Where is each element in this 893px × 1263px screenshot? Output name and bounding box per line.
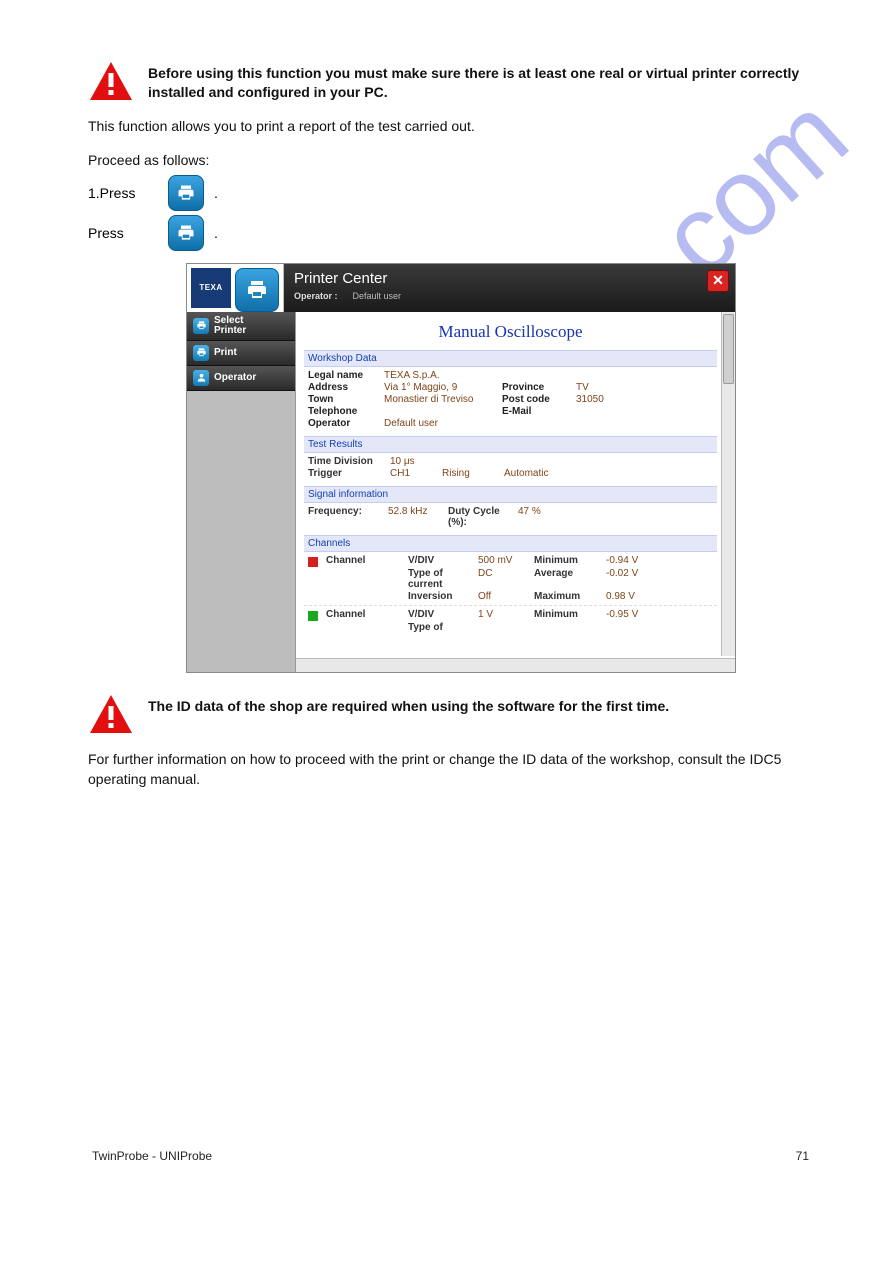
printer-icon	[193, 345, 209, 361]
warning-icon	[88, 693, 134, 735]
warning-block-2: The ID data of the shop are required whe…	[88, 693, 813, 735]
step-1-prefix: 1.Press	[88, 185, 158, 201]
sidebar-item-operator[interactable]: Operator	[187, 366, 295, 391]
printer-icon	[245, 278, 269, 302]
channel-2-color	[308, 611, 318, 621]
ch1-min-k: Minimum	[534, 555, 604, 566]
ch1-avg-v: -0.02 V	[606, 568, 656, 579]
channel-2-row: Channel V/DIV 1 V Minimum -0.95 V Type o…	[304, 605, 717, 636]
paragraph-intro: This function allows you to print a repo…	[88, 116, 813, 136]
time-div-k: Time Division	[308, 456, 388, 467]
warning-1-text: Before using this function you must make…	[148, 60, 813, 102]
ch1-vdiv-v: 500 mV	[478, 555, 532, 566]
proceed-text: Proceed as follows:	[88, 150, 813, 170]
telephone-v	[384, 406, 500, 417]
scrollbar-vertical[interactable]	[721, 312, 735, 656]
step-2-suffix: .	[214, 225, 218, 241]
postcode-v: 31050	[576, 394, 632, 405]
address-k: Address	[308, 382, 382, 393]
ch2-min-v: -0.95 V	[606, 609, 656, 620]
printer-icon	[176, 223, 196, 243]
channel-1-color	[308, 557, 318, 567]
section-test: Test Results	[304, 436, 717, 453]
warning-2-text: The ID data of the shop are required whe…	[148, 693, 669, 716]
trigger-v3: Automatic	[504, 468, 584, 479]
trigger-v1: CH1	[390, 468, 440, 479]
sidebar-item-label: Operator	[214, 372, 256, 383]
step-1-suffix: .	[214, 185, 218, 201]
print-button-2[interactable]	[168, 215, 204, 251]
step-2-prefix: Press	[88, 225, 158, 241]
ch1-vdiv-k: V/DIV	[408, 555, 476, 566]
page-footer: TwinProbe - UNIProbe 71	[88, 1149, 813, 1163]
ch1-min-v: -0.94 V	[606, 555, 656, 566]
sidebar-item-print[interactable]: Print	[187, 341, 295, 366]
texa-logo: TEXA	[191, 268, 231, 308]
address-v: Via 1° Maggio, 9	[384, 382, 500, 393]
sidebar-item-label: Print	[214, 347, 237, 358]
email-k: E-Mail	[502, 406, 574, 417]
ch2-vdiv-k: V/DIV	[408, 609, 476, 620]
ch1-max-k: Maximum	[534, 591, 604, 602]
channel-1-row: Channel V/DIV 500 mV Minimum -0.94 V Typ…	[304, 552, 717, 605]
time-div-v: 10 μs	[390, 456, 440, 467]
freq-v: 52.8 kHz	[388, 506, 448, 528]
town-v: Monastier di Treviso	[384, 394, 500, 405]
printer-icon	[193, 318, 209, 334]
section-workshop: Workshop Data	[304, 350, 717, 367]
duty-k: Duty Cycle (%):	[448, 506, 518, 528]
ch1-type-v: DC	[478, 568, 532, 579]
duty-v: 47 %	[518, 506, 578, 528]
report-preview: Manual Oscilloscope Workshop Data Legal …	[295, 312, 735, 672]
ch1-type-k: Type of current	[408, 568, 476, 590]
freq-k: Frequency:	[308, 506, 388, 528]
section-signal: Signal information	[304, 486, 717, 503]
sidebar: SelectPrinter Print Operator	[187, 312, 295, 672]
close-button[interactable]: ✕	[707, 270, 729, 292]
town-k: Town	[308, 394, 382, 405]
operator-label: Operator :	[294, 291, 338, 301]
footer-page-number: 71	[796, 1149, 809, 1163]
printer-center-screenshot: TEXA Printer Center Operator : Default u…	[186, 263, 736, 673]
ch2-vdiv-v: 1 V	[478, 609, 532, 620]
operator-value: Default user	[353, 291, 402, 301]
postcode-k: Post code	[502, 394, 574, 405]
report-title: Manual Oscilloscope	[304, 322, 717, 342]
trigger-k: Trigger	[308, 468, 388, 479]
step-2: Press .	[88, 215, 813, 251]
ch1-inv-k: Inversion	[408, 591, 476, 602]
warning-icon	[88, 60, 134, 102]
step-1: 1.Press .	[88, 175, 813, 211]
window-title: Printer Center	[294, 270, 725, 287]
province-v: TV	[576, 382, 632, 393]
trigger-v2: Rising	[442, 468, 502, 479]
email-v	[576, 406, 632, 417]
footer-paragraph: For further information on how to procee…	[88, 749, 813, 790]
footer-left: TwinProbe - UNIProbe	[92, 1149, 212, 1163]
operator-v: Default user	[384, 418, 500, 429]
legal-name-k: Legal name	[308, 370, 382, 381]
ch1-avg-k: Average	[534, 568, 604, 579]
print-toolbar-button[interactable]	[235, 268, 279, 312]
telephone-k: Telephone	[308, 406, 382, 417]
scrollbar-horizontal[interactable]	[296, 658, 735, 672]
warning-block-1: Before using this function you must make…	[88, 60, 813, 102]
ch1-label: Channel	[326, 555, 406, 566]
printer-icon	[176, 183, 196, 203]
sidebar-item-select-printer[interactable]: SelectPrinter	[187, 312, 295, 341]
print-button[interactable]	[168, 175, 204, 211]
operator-line: Operator : Default user	[294, 291, 725, 301]
close-icon: ✕	[712, 272, 724, 289]
section-channels: Channels	[304, 535, 717, 552]
ch2-label: Channel	[326, 609, 406, 620]
ch2-type-k: Type of	[408, 622, 476, 633]
user-icon	[193, 370, 209, 386]
ch1-max-v: 0.98 V	[606, 591, 656, 602]
province-k: Province	[502, 382, 574, 393]
ch2-min-k: Minimum	[534, 609, 604, 620]
operator-k: Operator	[308, 418, 382, 429]
sidebar-item-label: SelectPrinter	[214, 316, 246, 336]
ch1-inv-v: Off	[478, 591, 532, 602]
legal-name-v: TEXA S.p.A.	[384, 370, 500, 381]
